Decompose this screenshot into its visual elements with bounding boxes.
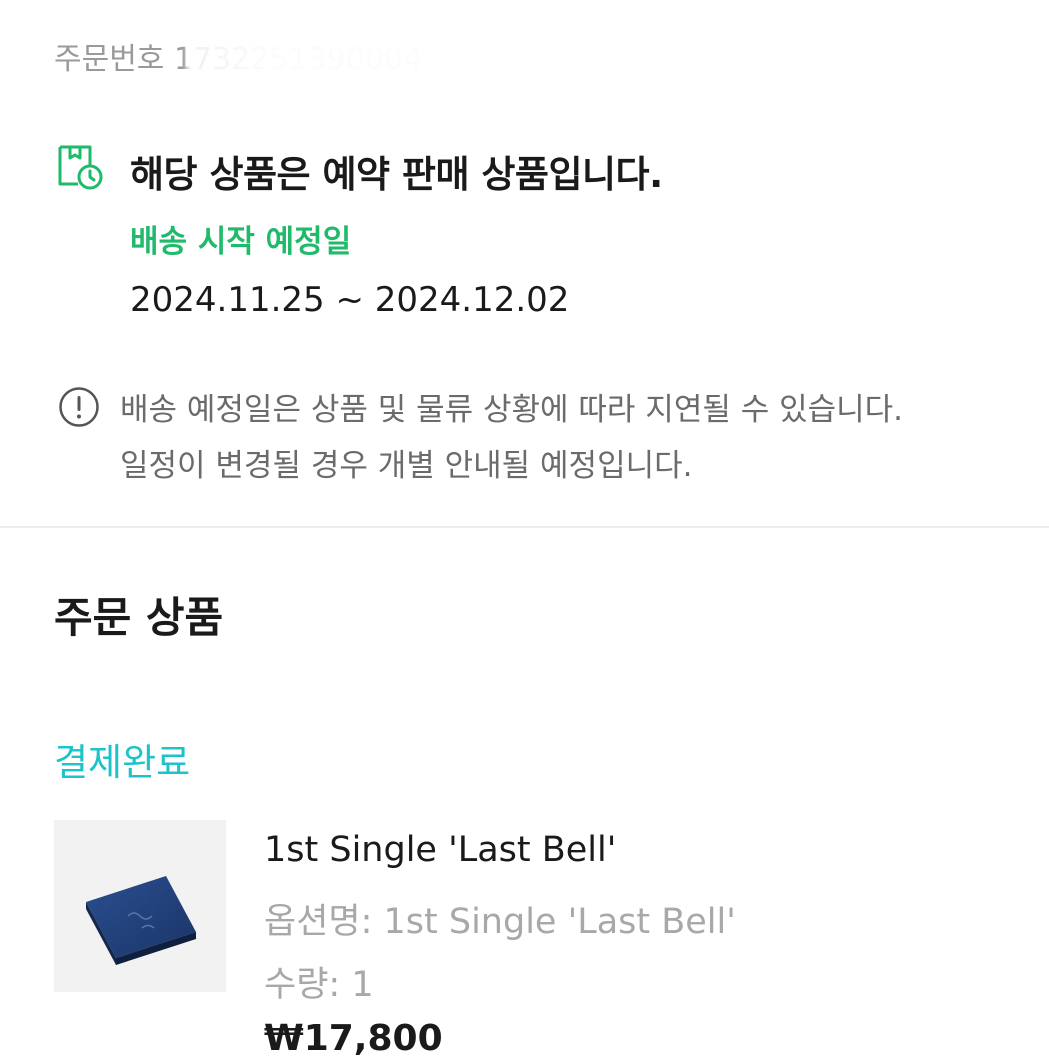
info-circle-icon	[58, 386, 100, 428]
top-edge	[0, 0, 1049, 8]
order-number-label: 주문번호	[54, 42, 165, 77]
product-thumbnail[interactable]	[54, 820, 226, 992]
section-divider	[0, 526, 1049, 528]
product-quantity: 수량: 1	[264, 965, 374, 1005]
product-price: ₩17,800	[264, 1018, 443, 1059]
preorder-title: 해당 상품은 예약 판매 상품입니다.	[130, 153, 663, 196]
delay-notice-text: 배송 예정일은 상품 및 물류 상황에 따라 지연될 수 있습니다.일정이 변경…	[120, 392, 904, 484]
order-number-redaction	[186, 28, 586, 84]
package-clock-icon	[56, 144, 106, 190]
ship-start-label: 배송 시작 예정일	[130, 224, 352, 260]
order-items-title: 주문 상품	[54, 593, 224, 642]
payment-status: 결제완료	[54, 741, 191, 784]
product-option: 옵션명: 1st Single 'Last Bell'	[264, 902, 736, 942]
ship-date-range: 2024.11.25 ~ 2024.12.02	[130, 280, 570, 320]
product-name[interactable]: 1st Single 'Last Bell'	[264, 830, 616, 870]
